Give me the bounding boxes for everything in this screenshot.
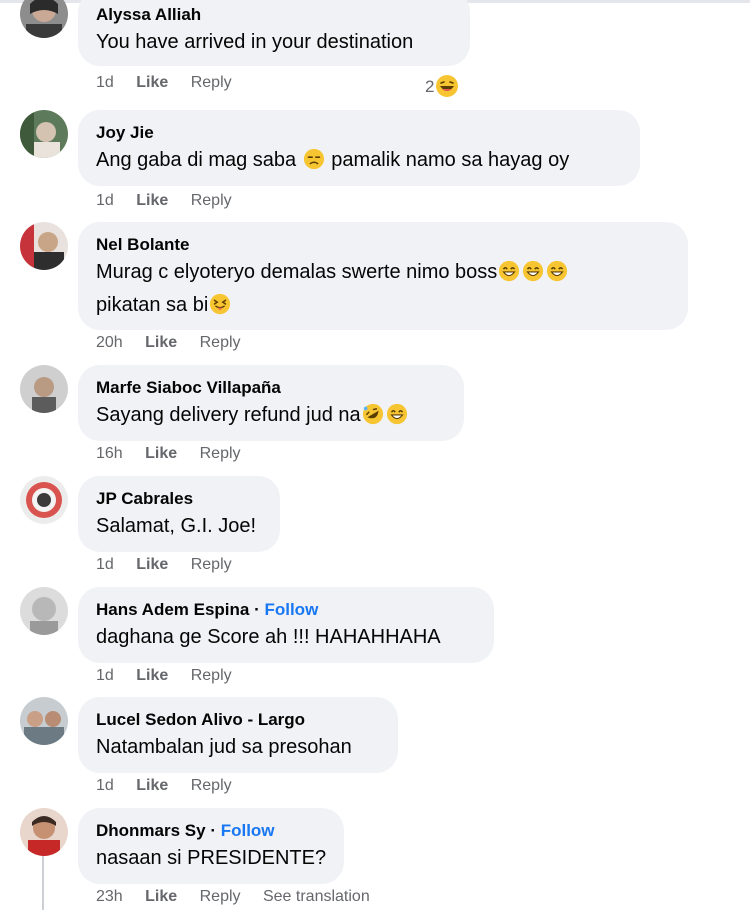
reply-thread-line — [42, 850, 44, 910]
comment-time[interactable]: 1d — [96, 667, 114, 684]
comment-text: Salamat, G.I. Joe! — [96, 515, 257, 537]
comment-bubble: Marfe Siaboc Villapaña Sayang delivery r… — [78, 365, 464, 441]
avatar[interactable] — [20, 808, 68, 856]
comment-text: Murag c elyoteryo demalas swerte nimo bo… — [96, 256, 670, 289]
comment-author[interactable]: Lucel Sedon Alivo - Largo — [96, 709, 380, 731]
comment-author[interactable]: Marfe Siaboc Villapaña — [96, 377, 446, 399]
avatar[interactable] — [20, 476, 68, 524]
comment-bubble: Hans Adem Espina · Follow daghana ge Sco… — [78, 587, 494, 663]
reply-button[interactable]: Reply — [200, 334, 241, 351]
reply-button[interactable]: Reply — [200, 888, 241, 905]
grin-emoji-icon — [498, 260, 520, 282]
separator-dot: · — [249, 600, 265, 619]
comment-time[interactable]: 20h — [96, 334, 123, 351]
comment-time[interactable]: 1d — [96, 777, 114, 794]
avatar[interactable] — [20, 587, 68, 635]
comment-actions: 23h Like Reply See translation — [96, 888, 388, 906]
comment-bubble: Nel Bolante Murag c elyoteryo demalas sw… — [78, 222, 688, 330]
comment-text-part: Sayang delivery refund jud na — [96, 404, 361, 426]
grin-emoji-icon — [522, 260, 544, 282]
comment-time[interactable]: 1d — [96, 192, 114, 209]
comment-author[interactable]: Alyssa Alliah — [96, 4, 452, 26]
laughing-emoji-icon — [435, 74, 459, 98]
comment-bubble: Joy Jie Ang gaba di mag saba pamalik nam… — [78, 110, 640, 186]
follow-button[interactable]: Follow — [264, 600, 318, 619]
comment-bubble: Alyssa Alliah You have arrived in your d… — [78, 0, 470, 66]
comment-text: nasaan si PRESIDENTE? — [96, 847, 327, 869]
comment-text: You have arrived in your destination — [96, 31, 414, 53]
comment-text-part: pamalik namo sa hayag oy — [331, 149, 570, 171]
reaction-count: 2 — [425, 77, 435, 96]
comment-bubble: JP Cabrales Salamat, G.I. Joe! — [78, 476, 280, 552]
author-name[interactable]: Hans Adem Espina — [96, 600, 249, 619]
comment-actions: 16h Like Reply — [96, 445, 259, 463]
comment-actions: 20h Like Reply — [96, 334, 259, 352]
like-button[interactable]: Like — [136, 556, 168, 573]
avatar[interactable] — [20, 697, 68, 745]
rofl-emoji-icon — [362, 403, 384, 425]
comment-time[interactable]: 23h — [96, 888, 123, 905]
comment-actions: 1d Like Reply — [96, 192, 250, 210]
reply-button[interactable]: Reply — [191, 556, 232, 573]
sad-emoji-icon — [303, 148, 325, 170]
like-button[interactable]: Like — [136, 667, 168, 684]
comment-text: Natambalan jud sa presohan — [96, 736, 352, 758]
comment-text-part: Ang gaba di mag saba — [96, 149, 297, 171]
comment-author[interactable]: JP Cabrales — [96, 488, 262, 510]
comment-bubble: Lucel Sedon Alivo - Largo Natambalan jud… — [78, 697, 398, 773]
reply-button[interactable]: Reply — [191, 777, 232, 794]
grin-emoji-icon — [546, 260, 568, 282]
like-button[interactable]: Like — [145, 334, 177, 351]
comment-time[interactable]: 1d — [96, 556, 114, 573]
follow-button[interactable]: Follow — [221, 821, 275, 840]
comment-text-part: Murag c elyoteryo demalas swerte nimo bo… — [96, 261, 498, 283]
comment-text: daghana ge Score ah !!! HAHAHHAHA — [96, 626, 441, 648]
comment-thread: Alyssa Alliah You have arrived in your d… — [0, 0, 750, 913]
comment-author: Hans Adem Espina · Follow — [96, 599, 476, 621]
author-name[interactable]: Dhonmars Sy — [96, 821, 206, 840]
smile-emoji-icon — [386, 403, 408, 425]
comment-actions: 1d Like Reply — [96, 777, 250, 795]
comment-text: Sayang delivery refund jud na — [96, 399, 446, 432]
reply-button[interactable]: Reply — [200, 445, 241, 462]
see-translation-link[interactable]: See translation — [263, 888, 370, 905]
avatar[interactable] — [20, 365, 68, 413]
comment-time[interactable]: 16h — [96, 445, 123, 462]
comment-actions: 1d Like Reply — [96, 556, 250, 574]
comment-bubble: Dhonmars Sy · Follow nasaan si PRESIDENT… — [78, 808, 344, 884]
avatar[interactable] — [20, 0, 68, 38]
comment-author[interactable]: Joy Jie — [96, 122, 622, 144]
avatar[interactable] — [20, 110, 68, 158]
like-button[interactable]: Like — [145, 888, 177, 905]
comment-actions: 1d Like Reply — [96, 74, 250, 92]
comment-text-part: pikatan sa bi — [96, 294, 209, 316]
comment-author: Dhonmars Sy · Follow — [96, 820, 326, 842]
comment-time[interactable]: 1d — [96, 74, 114, 91]
reply-button[interactable]: Reply — [191, 192, 232, 209]
like-button[interactable]: Like — [136, 192, 168, 209]
avatar[interactable] — [20, 222, 68, 270]
squint-tongue-emoji-icon — [209, 293, 231, 315]
comment-actions: 1d Like Reply — [96, 667, 250, 685]
reply-button[interactable]: Reply — [191, 667, 232, 684]
separator-dot: · — [205, 821, 221, 840]
comment-text: pikatan sa bi — [96, 289, 670, 322]
like-button[interactable]: Like — [136, 777, 168, 794]
reaction-summary[interactable]: 2 — [425, 74, 460, 98]
comment-text: Ang gaba di mag saba pamalik namo sa hay… — [96, 144, 622, 177]
reply-button[interactable]: Reply — [191, 74, 232, 91]
like-button[interactable]: Like — [136, 74, 168, 91]
comment-author[interactable]: Nel Bolante — [96, 234, 670, 256]
like-button[interactable]: Like — [145, 445, 177, 462]
